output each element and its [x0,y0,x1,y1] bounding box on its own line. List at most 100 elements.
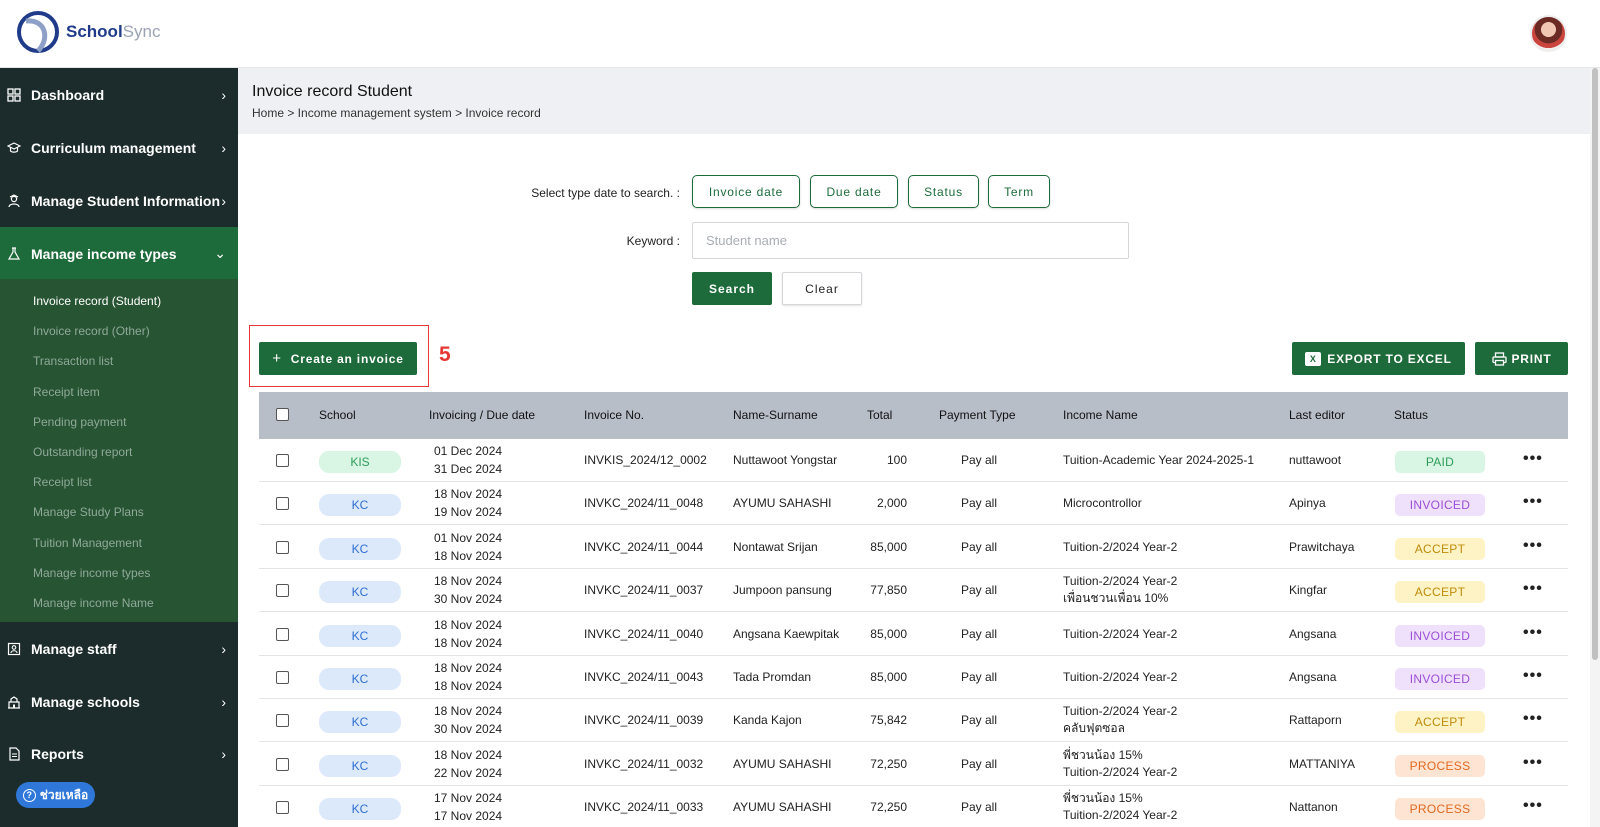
row-checkbox[interactable] [276,801,289,815]
column-header-total[interactable]: Total [867,408,892,422]
more-options-icon[interactable]: ••• [1523,797,1543,815]
sidebar-item-staff[interactable]: Manage staff › [0,622,238,675]
more-options-icon[interactable]: ••• [1523,710,1543,728]
payment-type: Pay all [960,713,998,728]
keyword-input[interactable] [692,222,1129,259]
keyword-label: Keyword : [626,234,680,248]
row-checkbox[interactable] [276,757,289,771]
invoice-number[interactable]: INVKC_2024/11_0040 [584,625,703,643]
column-header-dates[interactable]: Invoicing / Due date [429,408,535,422]
table-row[interactable]: KC 18 Nov 2024 30 Nov 2024 INVKC_2024/11_00… [259,569,1568,613]
row-checkbox[interactable] [276,584,289,598]
chip-status[interactable]: Status [908,175,979,208]
row-checkbox[interactable] [276,540,289,554]
chip-invoice-date[interactable]: Invoice date [692,175,800,208]
column-header-last-editor[interactable]: Last editor [1289,408,1345,422]
more-options-icon[interactable]: ••• [1523,624,1543,642]
table-row[interactable]: KC 18 Nov 2024 19 Nov 2024 INVKC_2024/11_00… [259,482,1568,526]
scrollbar-thumb[interactable] [1592,68,1598,660]
invoice-number[interactable]: INVKC_2024/11_0037 [584,581,703,599]
due-date: 18 Nov 2024 [434,635,503,650]
due-date: 19 Nov 2024 [434,505,503,520]
column-header-school[interactable]: School [319,408,356,422]
income-name-line1: Tuition-2/2024 Year-2 [1063,704,1178,719]
sidebar-item-income-types[interactable]: Manage income types ⌄ [0,227,238,280]
submenu-item-outstanding-report[interactable]: Outstanding report [33,445,132,459]
invoice-number[interactable]: INVKC_2024/11_0044 [584,538,703,556]
search-button[interactable]: Search [692,272,772,305]
row-checkbox[interactable] [276,454,289,467]
submenu-item-receipt-item[interactable]: Receipt item [33,385,100,399]
student-name: AYUMU SAHASHI [733,800,832,815]
export-excel-button[interactable]: X EXPORT TO EXCEL [1292,342,1465,375]
clear-button[interactable]: Clear [782,272,862,305]
table-row[interactable]: KC 18 Nov 2024 30 Nov 2024 INVKC_2024/11_00… [259,699,1568,743]
submenu-item-income-types[interactable]: Manage income types [33,566,150,580]
column-header-status[interactable]: Status [1394,408,1428,422]
more-options-icon[interactable]: ••• [1523,450,1543,468]
last-editor: Kingfar [1289,583,1328,598]
income-submenu: Invoice record (Student) Invoice record … [0,279,238,622]
user-avatar[interactable] [1530,15,1567,52]
more-options-icon[interactable]: ••• [1523,667,1543,685]
invoice-number[interactable]: INVKC_2024/11_0032 [584,755,703,773]
more-options-icon[interactable]: ••• [1523,580,1543,598]
payment-type: Pay all [960,626,998,641]
invoice-number[interactable]: INVKIS_2024/12_0002 [584,451,707,469]
sidebar-item-dashboard[interactable]: Dashboard › [0,68,238,121]
table-row[interactable]: KC 01 Nov 2024 18 Nov 2024 INVKC_2024/11_00… [259,525,1568,569]
page-scrollbar[interactable] [1590,68,1600,827]
sidebar-item-curriculum[interactable]: Curriculum management › [0,121,238,174]
column-header-invoice-no[interactable]: Invoice No. [584,408,644,422]
staff-icon [7,642,21,655]
submenu-item-income-name[interactable]: Manage income Name [33,596,154,610]
table-row[interactable]: KC 18 Nov 2024 18 Nov 2024 INVKC_2024/11_00… [259,656,1568,699]
submenu-item-pending-payment[interactable]: Pending payment [33,415,126,429]
invoice-date: 18 Nov 2024 [434,487,503,502]
column-header-payment-type[interactable]: Payment Type [939,408,1016,422]
invoice-number[interactable]: INVKC_2024/11_0043 [584,668,703,686]
row-checkbox[interactable] [276,497,289,511]
invoice-number[interactable]: INVKC_2024/11_0039 [584,711,703,729]
submenu-item-receipt-list[interactable]: Receipt list [33,475,92,489]
last-editor: Prawitchaya [1289,539,1355,554]
chevron-right-icon: › [221,640,226,657]
invoice-number[interactable]: INVKC_2024/11_0048 [584,494,703,512]
row-checkbox[interactable] [276,671,289,684]
print-button[interactable]: PRINT [1475,342,1568,375]
more-options-icon[interactable]: ••• [1523,537,1543,555]
sidebar-item-schools[interactable]: Manage schools › [0,675,238,728]
create-invoice-button[interactable]: + Create an invoice [259,342,417,375]
school-badge: KC [319,581,401,604]
school-icon [8,695,20,709]
table-row[interactable]: KC 18 Nov 2024 22 Nov 2024 INVKC_2024/11_00… [259,742,1568,786]
submenu-item-invoice-student[interactable]: Invoice record (Student) [33,294,161,308]
chip-due-date[interactable]: Due date [810,175,898,208]
table-row[interactable]: KC 18 Nov 2024 18 Nov 2024 INVKC_2024/11_00… [259,612,1568,656]
table-row[interactable]: KIS 01 Dec 2024 31 Dec 2024 INVKIS_2024/12_… [259,439,1568,482]
sidebar-item-student-info[interactable]: Manage Student Information › [0,174,238,227]
row-checkbox[interactable] [276,627,289,641]
invoice-number[interactable]: INVKC_2024/11_0033 [584,798,703,816]
row-checkbox[interactable] [276,714,289,728]
submenu-item-study-plans[interactable]: Manage Study Plans [33,505,144,519]
column-header-income-name[interactable]: Income Name [1063,408,1138,422]
school-badge: KC [319,624,401,647]
submenu-item-tuition[interactable]: Tuition Management [33,536,142,550]
more-options-icon[interactable]: ••• [1523,493,1543,511]
excel-icon: X [1305,351,1322,366]
payment-type: Pay all [960,453,998,467]
breadcrumb: Home > Income management system > Invoic… [252,106,541,120]
app-logo[interactable]: SchoolSync [16,9,160,55]
column-header-name[interactable]: Name-Surname [733,408,818,422]
sidebar-item-reports[interactable]: Reports › [0,727,238,780]
select-all-checkbox[interactable] [276,408,289,421]
submenu-item-invoice-other[interactable]: Invoice record (Other) [33,324,150,338]
more-options-icon[interactable]: ••• [1523,754,1543,772]
table-row[interactable]: KC 17 Nov 2024 17 Nov 2024 INVKC_2024/11_00… [259,786,1568,827]
chip-term[interactable]: Term [988,175,1050,208]
chevron-right-icon: › [221,139,226,156]
submenu-item-transaction-list[interactable]: Transaction list [33,354,113,368]
help-button[interactable]: ? ช่วยเหลือ [16,782,95,808]
due-date: 18 Nov 2024 [434,679,503,693]
